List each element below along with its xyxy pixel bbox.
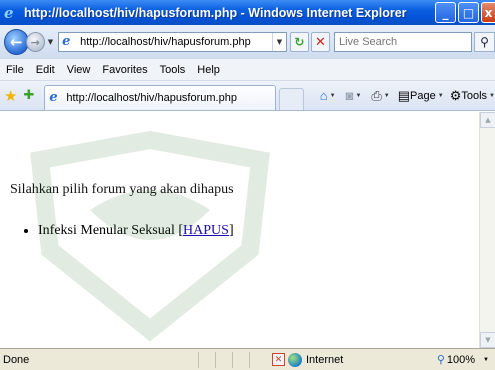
zoom-control[interactable]: ⚲ 100% ▼ [436,353,489,367]
zone-label: Internet [306,353,344,366]
window-title: http://localhost/hiv/hapusforum.php - Wi… [24,5,407,20]
globe-icon [288,352,302,367]
stop-button[interactable]: ✕ [310,32,330,52]
address-toolbar: ← → ▼ e http://localhost/hiv/hapusforum.… [0,25,495,59]
recent-pages-dropdown[interactable]: ▼ [48,38,53,46]
page-menu-button[interactable]: ▤ Page ▼ [398,88,444,104]
zoom-level: 100% [446,353,476,366]
search-input[interactable] [334,33,472,51]
feed-icon: ◙ [345,88,354,103]
status-divider [215,351,232,368]
address-field[interactable]: e http://localhost/hiv/hapusforum.php ▼ [58,32,287,52]
menu-file[interactable]: File [0,64,30,76]
chevron-down-icon: ▼ [355,92,362,99]
search-field[interactable] [333,32,473,52]
page-menu-icon: ▤ [397,87,411,103]
chevron-down-icon[interactable]: ▼ [483,357,489,363]
forward-button[interactable]: → [25,32,45,52]
address-url[interactable]: http://localhost/hiv/hapusforum.php [80,36,272,48]
page-prompt: Silahkan pilih forum yang akan dihapus [10,182,234,197]
menu-edit[interactable]: Edit [30,64,61,76]
status-text: Done [3,353,30,366]
vertical-scrollbar[interactable]: ▲ ▼ [479,112,495,348]
list-item: Infeksi Menular Seksual [HAPUS] [38,223,234,239]
window-controls: _ □ x [435,2,495,23]
forum-list: Infeksi Menular Seksual [HAPUS] [38,223,234,239]
chevron-down-icon: ▼ [489,92,495,99]
tab-page-icon: e [49,90,58,105]
status-divider [232,351,249,368]
scroll-down-icon[interactable]: ▼ [480,332,495,348]
maximize-button[interactable]: □ [458,2,479,23]
page-menu-label: Page [410,89,436,102]
refresh-button[interactable]: ↻ [289,32,309,52]
feeds-button[interactable]: ◙ ▼ [346,88,362,103]
menu-favorites[interactable]: Favorites [96,64,153,76]
home-icon: ⌂ [319,88,328,103]
ie-logo-icon: e [4,3,14,22]
home-button[interactable]: ⌂ ▼ [320,88,336,103]
page-content: Silahkan pilih forum yang akan dihapus I… [0,112,479,348]
magnifier-icon: ⚲ [436,354,445,366]
tools-menu-label: Tools [461,89,488,102]
add-favorites-icon[interactable]: ✚ [23,88,34,103]
address-dropdown-icon[interactable]: ▼ [271,33,286,51]
tab-bar: ★ ✚ e http://localhost/hiv/hapusforum.ph… [0,81,495,111]
chevron-down-icon: ▼ [329,92,336,99]
tools-menu-button[interactable]: ⚙ Tools ▼ [450,88,495,104]
new-tab-button[interactable] [278,88,304,110]
menu-help[interactable]: Help [191,64,226,76]
back-button[interactable]: ← [4,29,29,55]
delete-forum-link[interactable]: HAPUS [183,223,229,238]
status-bar: Done ✕ Internet ⚲ 100% ▼ [0,348,495,370]
print-button[interactable]: ⎙ ▼ [371,88,389,104]
close-button[interactable]: x [481,2,495,23]
printer-icon: ⎙ [371,87,382,103]
favorites-star-icon[interactable]: ★ [4,87,17,105]
status-divider [198,351,215,368]
popup-blocked-icon[interactable]: ✕ [272,353,285,366]
page-icon: e [62,34,71,49]
status-divider [249,351,266,368]
tab-label: http://localhost/hiv/hapusforum.php [66,92,237,104]
menu-view[interactable]: View [61,64,97,76]
gear-icon: ⚙ [449,87,462,103]
chevron-down-icon: ▼ [383,92,390,99]
chevron-down-icon: ▼ [437,92,444,99]
menu-bar: File Edit View Favorites Tools Help [0,59,495,81]
scroll-up-icon[interactable]: ▲ [480,112,495,128]
title-bar: e http://localhost/hiv/hapusforum.php - … [0,0,495,25]
search-icon[interactable]: ⚲ [474,32,495,52]
security-zone[interactable]: ✕ Internet [272,352,344,367]
forum-name: Infeksi Menular Seksual [38,223,175,238]
tab-hapusforum[interactable]: e http://localhost/hiv/hapusforum.php [44,85,276,110]
menu-tools[interactable]: Tools [154,64,192,76]
minimize-button[interactable]: _ [435,2,456,23]
